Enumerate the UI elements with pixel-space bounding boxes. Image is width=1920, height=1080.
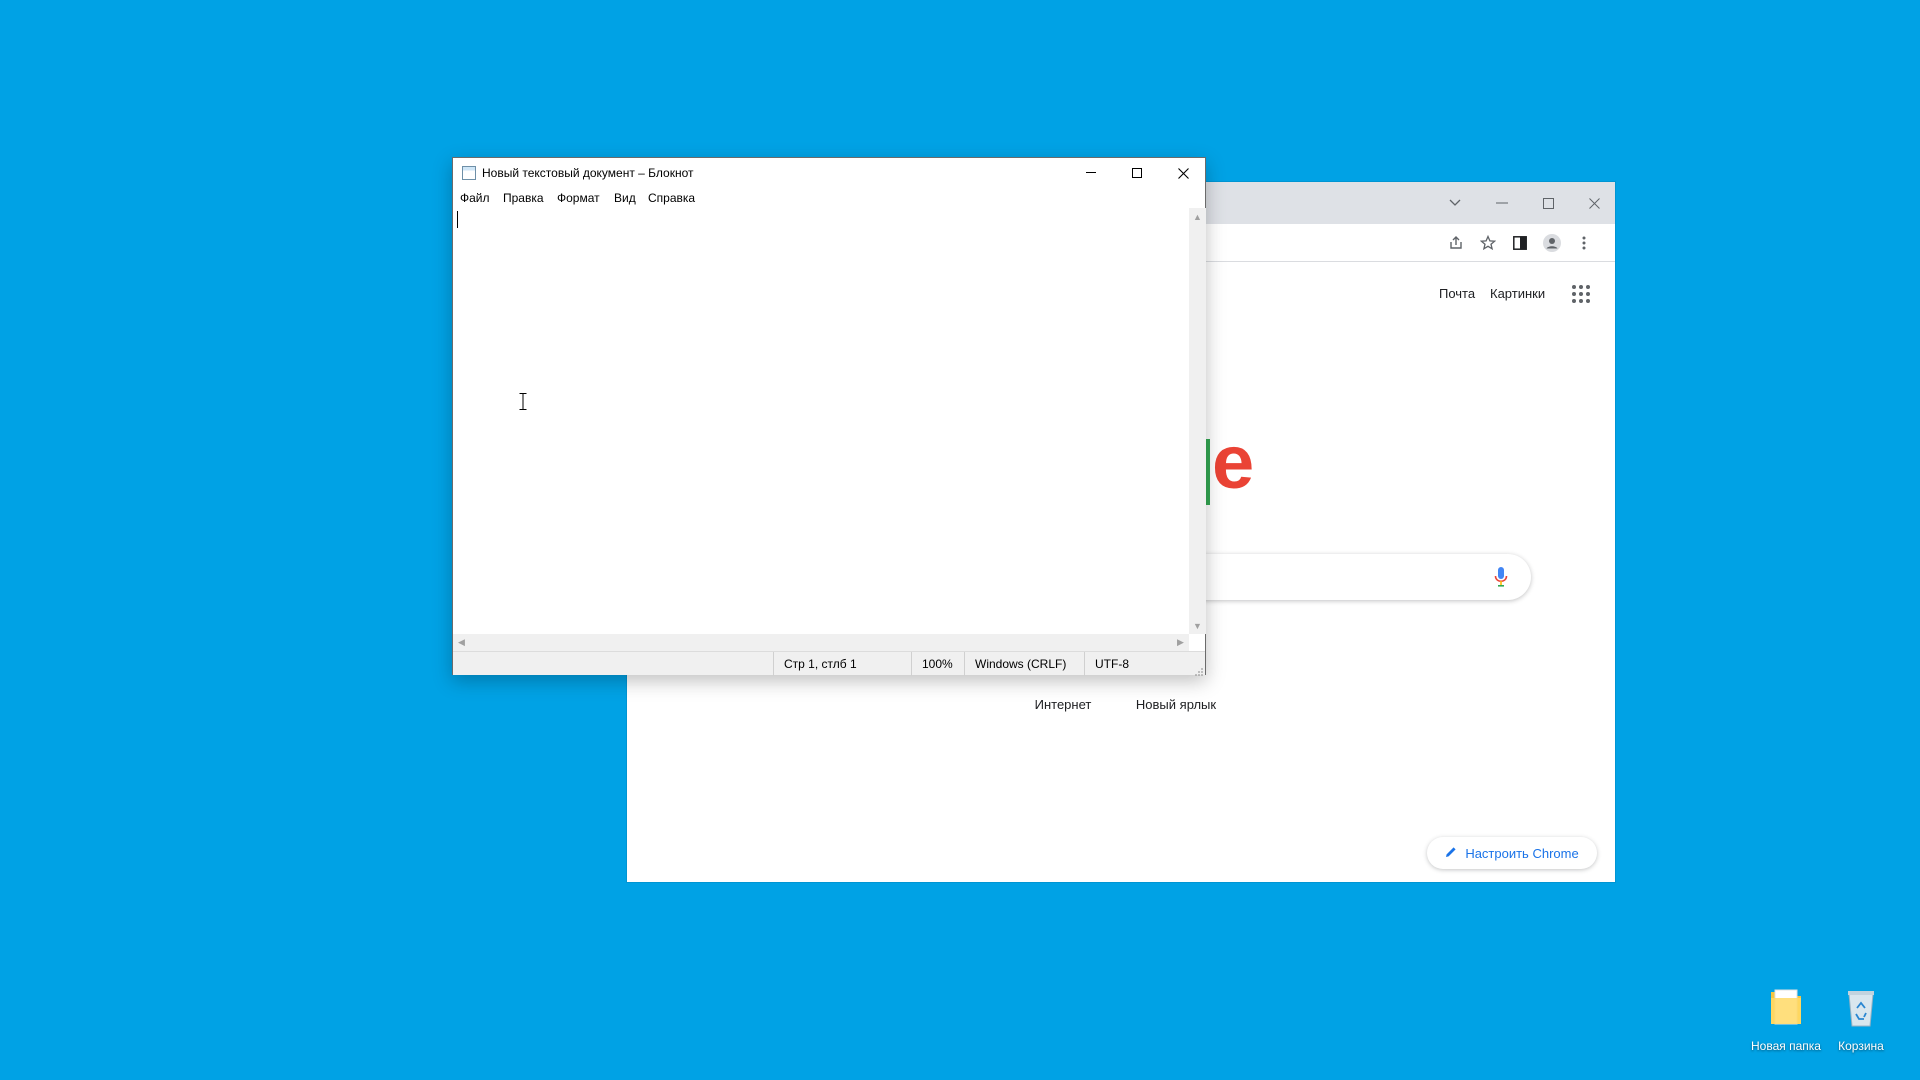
vertical-scrollbar[interactable]: ▲ ▼ xyxy=(1189,208,1206,634)
profile-avatar-icon[interactable] xyxy=(1541,232,1563,254)
ibeam-cursor-icon xyxy=(519,393,527,410)
side-panel-icon[interactable] xyxy=(1509,232,1531,254)
status-line-endings: Windows (CRLF) xyxy=(964,652,1084,676)
notepad-titlebar[interactable]: Новый текстовый документ – Блокнот xyxy=(453,158,1205,188)
images-link[interactable]: Картинки xyxy=(1490,286,1545,301)
menu-format[interactable]: Формат xyxy=(557,191,600,205)
scroll-down-arrow-icon[interactable]: ▼ xyxy=(1189,617,1206,634)
menu-view[interactable]: Вид xyxy=(614,191,636,205)
status-encoding: UTF-8 xyxy=(1084,652,1204,676)
desktop-icon-label: Корзина xyxy=(1838,1039,1884,1053)
chrome-menu-icon[interactable] xyxy=(1573,232,1595,254)
gmail-link[interactable]: Почта xyxy=(1439,286,1475,301)
chrome-close-button[interactable] xyxy=(1581,191,1607,215)
notepad-maximize-button[interactable] xyxy=(1114,158,1160,188)
chrome-minimize-button[interactable] xyxy=(1489,191,1515,215)
notepad-text-area[interactable] xyxy=(453,208,1189,634)
notepad-menubar: Файл Правка Формат Вид Справка xyxy=(453,188,1205,208)
google-apps-icon[interactable] xyxy=(1572,285,1590,303)
recycle-bin-icon xyxy=(1821,986,1901,1033)
google-logo-e: e xyxy=(1212,420,1255,505)
menu-edit[interactable]: Правка xyxy=(503,191,544,205)
notepad-app-icon xyxy=(462,166,476,180)
scroll-right-arrow-icon[interactable]: ▶ xyxy=(1172,634,1189,651)
share-icon[interactable] xyxy=(1445,232,1467,254)
resize-grip-icon[interactable] xyxy=(1194,664,1204,676)
horizontal-scrollbar[interactable]: ◀ ▶ xyxy=(453,634,1189,651)
notepad-minimize-button[interactable] xyxy=(1068,158,1114,188)
desktop-icon-recycle-bin[interactable]: Корзина xyxy=(1821,986,1901,1053)
notepad-title: Новый текстовый документ – Блокнот xyxy=(482,166,694,180)
menu-file[interactable]: Файл xyxy=(460,191,490,205)
notepad-window[interactable]: Новый текстовый документ – Блокнот Файл … xyxy=(452,157,1206,676)
customize-chrome-label: Настроить Chrome xyxy=(1465,845,1579,861)
desktop-icon-label: Новая папка xyxy=(1751,1039,1821,1053)
text-caret xyxy=(457,211,458,228)
customize-chrome-button[interactable]: Настроить Chrome xyxy=(1427,837,1597,869)
notepad-close-button[interactable] xyxy=(1160,158,1206,188)
tab-search-icon[interactable] xyxy=(1442,191,1468,215)
desktop-icon-new-folder[interactable]: Новая папка xyxy=(1746,986,1826,1053)
status-cursor-position: Стр 1, стлб 1 xyxy=(773,652,911,676)
bookmark-star-icon[interactable] xyxy=(1477,232,1499,254)
shortcut-internet[interactable]: Интернет xyxy=(1013,697,1113,712)
notepad-statusbar: Стр 1, стлб 1 100% Windows (CRLF) UTF-8 xyxy=(453,651,1205,676)
voice-search-icon[interactable] xyxy=(1493,566,1509,588)
chrome-maximize-button[interactable] xyxy=(1535,191,1561,215)
status-zoom: 100% xyxy=(911,652,964,676)
scroll-left-arrow-icon[interactable]: ◀ xyxy=(453,634,470,651)
pencil-icon xyxy=(1445,846,1457,861)
menu-help[interactable]: Справка xyxy=(648,191,695,205)
folder-icon xyxy=(1746,986,1826,1033)
shortcut-new[interactable]: Новый ярлык xyxy=(1126,697,1226,712)
scroll-up-arrow-icon[interactable]: ▲ xyxy=(1189,208,1206,225)
